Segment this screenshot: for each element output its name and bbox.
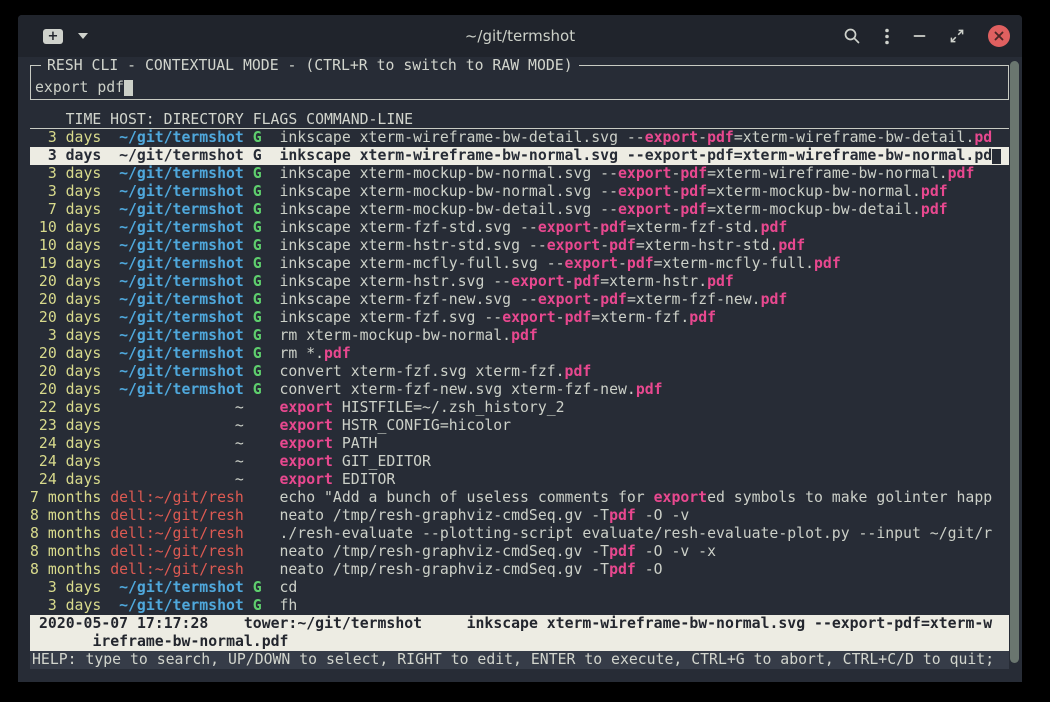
history-row[interactable]: 20 days ~/git/termshot G inkscape xterm-… [30,273,1009,291]
status-line-2: ireframe-bw-normal.pdf [30,633,1009,651]
history-row[interactable]: 3 days ~/git/termshot G inkscape xterm-w… [30,129,1009,147]
table-header: TIME HOST: DIRECTORY FLAGS COMMAND-LINE [30,112,1009,129]
history-row[interactable]: 10 days ~/git/termshot G inkscape xterm-… [30,237,1009,255]
status-bar: 2020-05-07 17:17:28 tower:~/git/termshot… [30,615,1009,651]
history-row[interactable]: 3 days ~/git/termshot G inkscape xterm-w… [30,147,1009,165]
titlebar: + ~/git/termshot [18,15,1022,57]
new-tab-icon[interactable]: + [43,29,63,44]
history-row[interactable]: 24 days ~ export GIT_EDITOR [30,453,1009,471]
kebab-menu-icon[interactable] [885,28,889,45]
search-box-label: RESH CLI - CONTEXTUAL MODE - (CTRL+R to … [41,57,579,75]
history-rows: 3 days ~/git/termshot G inkscape xterm-w… [30,129,1009,615]
history-row[interactable]: 20 days ~/git/termshot G rm *.pdf [30,345,1009,363]
history-row[interactable]: 8 months dell:~/git/resh neato /tmp/resh… [30,561,1009,579]
history-row[interactable]: 22 days ~ export HISTFILE=~/.zsh_history… [30,399,1009,417]
history-row[interactable]: 3 days ~/git/termshot G inkscape xterm-m… [30,165,1009,183]
history-row[interactable]: 20 days ~/git/termshot G inkscape xterm-… [30,291,1009,309]
history-row[interactable]: 20 days ~/git/termshot G convert xterm-f… [30,381,1009,399]
search-box[interactable]: RESH CLI - CONTEXTUAL MODE - (CTRL+R to … [30,65,1009,100]
help-bar: HELP: type to search, UP/DOWN to select,… [30,651,1009,669]
history-row[interactable]: 7 months dell:~/git/resh echo "Add a bun… [30,489,1009,507]
history-row[interactable]: 23 days ~ export HSTR_CONFIG=hicolor [30,417,1009,435]
scrollbar[interactable] [1010,61,1019,663]
history-row[interactable]: 19 days ~/git/termshot G inkscape xterm-… [30,255,1009,273]
history-row[interactable]: 8 months dell:~/git/resh neato /tmp/resh… [30,507,1009,525]
restore-icon[interactable] [950,29,964,43]
text-cursor [124,80,133,96]
search-icon[interactable] [843,27,861,45]
history-row[interactable]: 8 months dell:~/git/resh ./resh-evaluate… [30,525,1009,543]
history-row[interactable]: 10 days ~/git/termshot G inkscape xterm-… [30,219,1009,237]
history-row[interactable]: 8 months dell:~/git/resh neato /tmp/resh… [30,543,1009,561]
history-row[interactable]: 24 days ~ export PATH [30,435,1009,453]
close-icon[interactable] [988,25,1010,47]
history-row[interactable]: 20 days ~/git/termshot G inkscape xterm-… [30,309,1009,327]
terminal-content: RESH CLI - CONTEXTUAL MODE - (CTRL+R to … [18,57,1022,682]
history-row[interactable]: 7 days ~/git/termshot G inkscape xterm-m… [30,201,1009,219]
history-row[interactable]: 3 days ~/git/termshot G cd [30,579,1009,597]
search-input[interactable]: export pdf [35,79,133,97]
minimize-icon[interactable] [913,29,926,43]
chevron-down-icon[interactable] [78,33,88,39]
search-query-text: export pdf [35,79,124,96]
history-row[interactable]: 3 days ~/git/termshot G rm xterm-mockup-… [30,327,1009,345]
terminal-window: + ~/git/termshot [18,15,1022,682]
history-row[interactable]: 3 days ~/git/termshot G inkscape xterm-m… [30,183,1009,201]
history-row[interactable]: 20 days ~/git/termshot G convert xterm-f… [30,363,1009,381]
status-line-1: 2020-05-07 17:17:28 tower:~/git/termshot… [30,615,1009,633]
history-row[interactable]: 24 days ~ export EDITOR [30,471,1009,489]
history-row[interactable]: 3 days ~/git/termshot G fh [30,597,1009,615]
selection-end-block [992,149,1001,164]
